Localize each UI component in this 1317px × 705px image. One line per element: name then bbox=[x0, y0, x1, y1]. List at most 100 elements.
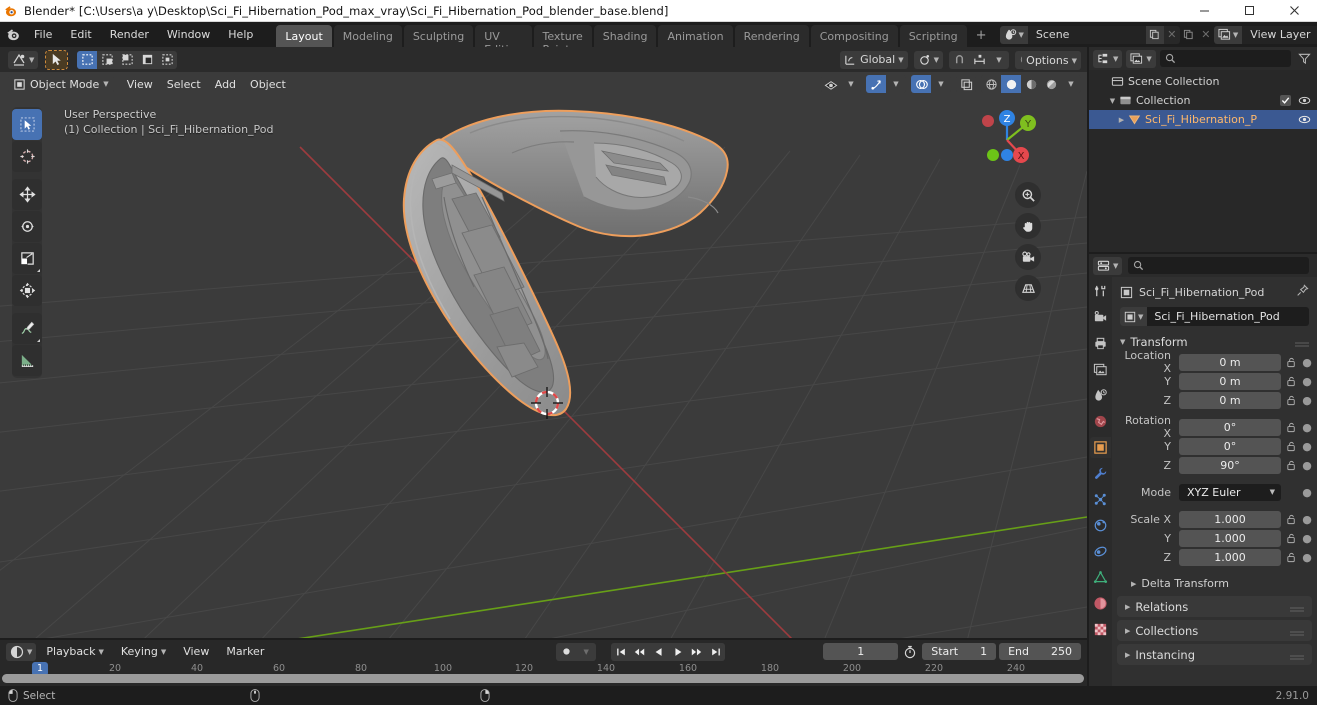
view-layer-icon[interactable]: ▼ bbox=[1213, 25, 1243, 44]
relations-panel-header[interactable]: ▶ Relations bbox=[1117, 596, 1312, 617]
timeline-menu-keying[interactable]: Keying ▼ bbox=[114, 643, 173, 660]
chevron-down-icon[interactable]: ▼ bbox=[576, 643, 596, 661]
rotation-x-input[interactable]: 0° bbox=[1179, 418, 1281, 436]
transform-tool[interactable] bbox=[12, 275, 42, 306]
animate-property-dot[interactable]: ● bbox=[1302, 440, 1312, 453]
render-tab[interactable] bbox=[1090, 307, 1111, 328]
scene-id-widget[interactable]: ▼ Scene ✕ bbox=[999, 25, 1180, 44]
chevron-down-icon[interactable]: ▼ bbox=[989, 51, 1009, 69]
magnet-icon[interactable] bbox=[949, 51, 969, 69]
next-keyframe-button[interactable] bbox=[687, 643, 706, 661]
menu-window[interactable]: Window bbox=[158, 25, 219, 44]
object-visibility-icon[interactable] bbox=[821, 75, 841, 93]
object-data-tab[interactable] bbox=[1090, 567, 1111, 588]
eye-icon[interactable] bbox=[1298, 113, 1311, 126]
disclosure-triangle-down-icon[interactable]: ▼ bbox=[1106, 97, 1119, 105]
animate-property-dot[interactable]: ● bbox=[1302, 394, 1312, 407]
scene-name-field[interactable]: Scene bbox=[1027, 25, 1146, 44]
play-button[interactable] bbox=[668, 643, 687, 661]
select-extend-icon[interactable] bbox=[97, 51, 117, 69]
zoom-icon[interactable] bbox=[1015, 182, 1041, 208]
animate-property-dot[interactable]: ● bbox=[1302, 513, 1312, 526]
cursor-tool[interactable] bbox=[12, 141, 42, 172]
chevron-down-icon[interactable]: ▼ bbox=[886, 75, 906, 93]
output-tab[interactable] bbox=[1090, 333, 1111, 354]
solid-shading-icon[interactable] bbox=[1001, 75, 1021, 93]
navigation-gizmo[interactable]: Z Y X bbox=[972, 105, 1042, 175]
blender-menu-icon[interactable] bbox=[6, 24, 21, 46]
object-name-field[interactable]: ▼ Sci_Fi_Hibernation_Pod bbox=[1120, 307, 1309, 326]
rotate-tool[interactable] bbox=[12, 211, 42, 242]
object-icon[interactable]: ▼ bbox=[1120, 307, 1148, 326]
tab-animation[interactable]: Animation bbox=[658, 25, 733, 47]
current-frame-input[interactable]: 1 bbox=[823, 643, 899, 660]
add-workspace-button[interactable]: + bbox=[969, 24, 994, 47]
lock-icon[interactable] bbox=[1285, 357, 1298, 368]
maximize-button[interactable] bbox=[1227, 0, 1272, 22]
3d-viewport[interactable]: ▼ Global ▼ ▼ ▼ Options ▼ Object Mode ▼ V… bbox=[0, 47, 1087, 638]
outliner-editor-type-button[interactable]: ▼ bbox=[1093, 49, 1123, 68]
properties-search-input[interactable] bbox=[1128, 257, 1309, 274]
frame-range-end[interactable]: End 250 bbox=[999, 643, 1081, 660]
timeline-menu-view[interactable]: View bbox=[176, 643, 216, 660]
play-reverse-button[interactable] bbox=[649, 643, 668, 661]
minimize-button[interactable] bbox=[1182, 0, 1227, 22]
record-icon[interactable] bbox=[556, 643, 576, 661]
animate-property-dot[interactable]: ● bbox=[1302, 356, 1312, 369]
object-tab[interactable] bbox=[1090, 437, 1111, 458]
menu-edit[interactable]: Edit bbox=[61, 25, 100, 44]
rendered-shading-icon[interactable] bbox=[1041, 75, 1061, 93]
pivot-point-dropdown[interactable]: ▼ bbox=[913, 50, 943, 69]
jump-to-start-button[interactable] bbox=[611, 643, 630, 661]
select-subtract-icon[interactable] bbox=[117, 51, 137, 69]
physics-tab[interactable] bbox=[1090, 515, 1111, 536]
tab-scripting[interactable]: Scripting bbox=[899, 25, 967, 47]
tab-uv-editing[interactable]: UV Editing bbox=[475, 25, 532, 56]
eye-icon[interactable] bbox=[1298, 94, 1311, 107]
chevron-down-icon[interactable]: ▼ bbox=[1061, 75, 1081, 93]
scale-tool[interactable] bbox=[12, 243, 42, 274]
overlays-toggle-icon[interactable] bbox=[911, 75, 931, 93]
location-x-input[interactable]: 0 m bbox=[1179, 353, 1281, 371]
tab-modeling[interactable]: Modeling bbox=[333, 25, 402, 47]
prev-keyframe-button[interactable] bbox=[630, 643, 649, 661]
tab-layout[interactable]: Layout bbox=[276, 25, 332, 47]
animate-property-dot[interactable]: ● bbox=[1302, 486, 1312, 499]
view-layer-copy-left-icon[interactable] bbox=[1180, 26, 1198, 44]
view-layer-tab[interactable] bbox=[1090, 359, 1111, 380]
material-tab[interactable] bbox=[1090, 593, 1111, 614]
properties-editor[interactable]: ▼ Sci_Fi_Hibernation_Pod ▼ Sci_Fi_Hibern… bbox=[1089, 254, 1317, 686]
menu-file[interactable]: File bbox=[25, 25, 61, 44]
lock-icon[interactable] bbox=[1285, 376, 1298, 387]
tab-shading[interactable]: Shading bbox=[593, 25, 657, 47]
select-box-icon[interactable] bbox=[77, 50, 98, 69]
material-preview-shading-icon[interactable] bbox=[1021, 75, 1041, 93]
editor-type-button[interactable]: ▼ bbox=[8, 50, 39, 69]
animate-property-dot[interactable]: ● bbox=[1302, 551, 1312, 564]
tab-sculpting[interactable]: Sculpting bbox=[403, 25, 474, 47]
timeline-menu-playback[interactable]: Playback ▼ bbox=[39, 643, 110, 660]
wireframe-shading-icon[interactable] bbox=[981, 75, 1001, 93]
animate-property-dot[interactable]: ● bbox=[1302, 421, 1312, 434]
tab-compositing[interactable]: Compositing bbox=[810, 25, 898, 47]
unlink-scene-button[interactable]: ✕ bbox=[1164, 26, 1180, 44]
jump-to-end-button[interactable] bbox=[706, 643, 725, 661]
view-layer-name-field[interactable]: View Layer bbox=[1242, 25, 1317, 44]
viewport-menu-view[interactable]: View bbox=[120, 76, 160, 93]
timeline-ruler-row[interactable]: 20 40 60 80 100 120 140 160 180 200 220 … bbox=[0, 662, 1087, 686]
camera-icon[interactable] bbox=[1015, 244, 1041, 270]
texture-tab[interactable] bbox=[1090, 619, 1111, 640]
particles-tab[interactable] bbox=[1090, 489, 1111, 510]
viewport-menu-object[interactable]: Object bbox=[243, 76, 293, 93]
lock-icon[interactable] bbox=[1285, 514, 1298, 525]
modifiers-tab[interactable] bbox=[1090, 463, 1111, 484]
animate-property-dot[interactable]: ● bbox=[1302, 375, 1312, 388]
lock-icon[interactable] bbox=[1285, 422, 1298, 433]
delta-transform-subpanel[interactable]: ▶ Delta Transform bbox=[1112, 574, 1317, 593]
tweak-select-tool[interactable] bbox=[12, 109, 42, 140]
location-y-input[interactable]: 0 m bbox=[1179, 372, 1281, 390]
outliner-row-collection[interactable]: ▼ Collection bbox=[1089, 91, 1317, 110]
outliner-row-object[interactable]: ▶ Sci_Fi_Hibernation_P bbox=[1089, 110, 1317, 129]
interaction-mode-dropdown[interactable]: Object Mode ▼ bbox=[8, 75, 114, 93]
lock-icon[interactable] bbox=[1285, 441, 1298, 452]
